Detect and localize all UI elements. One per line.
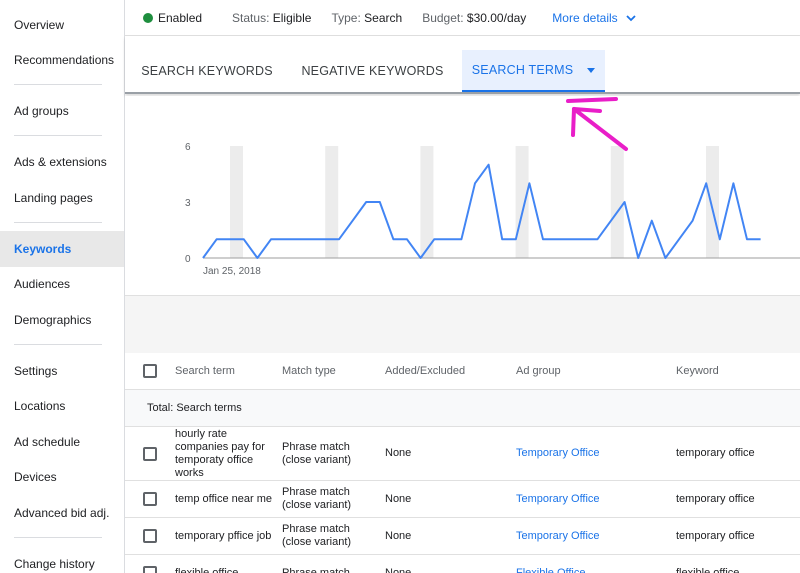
sidebar-item-settings[interactable]: Settings xyxy=(0,353,124,389)
enabled-status-icon xyxy=(143,12,153,23)
sidebar-item-audiences[interactable]: Audiences xyxy=(0,266,124,302)
dropdown-caret-icon xyxy=(587,67,596,73)
row-checkbox[interactable] xyxy=(143,529,157,543)
cell-match-type: Phrase match (close variant) xyxy=(282,440,352,466)
table-total-row: Total: Search terms xyxy=(125,390,800,427)
table-row[interactable]: temporary pffice job Phrase match (close … xyxy=(125,518,800,555)
cell-ad-group: Temporary Office xyxy=(516,427,600,480)
clicks-series-line[interactable] xyxy=(202,163,761,259)
header-keyword[interactable]: Keyword xyxy=(676,353,719,389)
sidebar-divider xyxy=(14,537,102,538)
y-tick-label: 3 xyxy=(185,198,191,209)
sidebar-item-change-history[interactable]: Change history xyxy=(0,546,124,573)
cell-search-term: flexible office xyxy=(175,566,239,573)
table-row[interactable]: temp office near me Phrase match (close v… xyxy=(125,481,800,518)
sidebar-item-recommendations[interactable]: Recommendations xyxy=(0,42,124,78)
status-eligible: Status: Eligible xyxy=(232,10,312,25)
ad-group-link[interactable]: Temporary Office xyxy=(516,447,600,460)
chevron-down-icon xyxy=(626,14,636,21)
keyword-tabs: SEARCH KEYWORDS NEGATIVE KEYWORDS SEARCH… xyxy=(125,36,800,94)
sidebar-divider xyxy=(14,344,102,345)
total-label: Total: Search terms xyxy=(147,401,242,414)
row-select-cell xyxy=(143,481,157,517)
cell-ad-group: Temporary Office xyxy=(516,518,600,554)
cell-keyword: flexible office xyxy=(676,566,740,573)
weekend-band xyxy=(706,146,719,258)
sidebar-item-ads-extensions[interactable]: Ads & extensions xyxy=(0,144,124,180)
sidebar: Overview Recommendations Ad groups Ads &… xyxy=(0,0,125,573)
cell-match-type: Phrase match (close variant) xyxy=(282,486,352,511)
tab-negative-keywords[interactable]: NEGATIVE KEYWORDS xyxy=(292,50,453,92)
cell-added-excluded: None xyxy=(385,447,412,459)
cell-keyword: temporary office xyxy=(676,529,755,542)
performance-chart: 0 3 6 Jan 25, 2018 xyxy=(125,96,800,296)
table-row[interactable]: hourly rate companies pay for temporaty … xyxy=(125,427,800,481)
sidebar-divider xyxy=(14,84,102,85)
select-all-cell xyxy=(143,353,157,389)
cell-added-excluded: None xyxy=(385,529,412,542)
weekend-band xyxy=(515,146,529,258)
cell-match-type: Phrase match xyxy=(282,566,350,573)
line-chart: 0 3 6 Jan 25, 2018 xyxy=(185,142,800,277)
row-select-cell xyxy=(143,427,157,480)
sidebar-item-overview[interactable]: Overview xyxy=(0,7,124,43)
campaign-budget: Budget: $30.00/day xyxy=(422,10,527,25)
enabled-status[interactable]: Enabled xyxy=(158,11,202,25)
cell-ad-group: Temporary Office xyxy=(516,481,600,517)
ad-group-link[interactable]: Temporary Office xyxy=(516,493,600,506)
x-start-label: Jan 25, 2018 xyxy=(203,266,261,277)
table-header-row: Search term Match type Added/Excluded Ad… xyxy=(125,353,800,390)
header-match-type[interactable]: Match type xyxy=(282,353,336,389)
tab-search-keywords[interactable]: SEARCH KEYWORDS xyxy=(133,50,281,92)
ad-group-link[interactable]: Temporary Office xyxy=(516,530,600,543)
row-checkbox[interactable] xyxy=(143,446,157,461)
tab-search-terms[interactable]: SEARCH TERMS xyxy=(462,50,605,92)
table-row[interactable]: flexible office Phrase match None Flexible … xyxy=(125,555,800,573)
y-tick-label: 6 xyxy=(185,142,191,153)
cell-added-excluded: None xyxy=(385,492,412,505)
sidebar-item-landing-pages[interactable]: Landing pages xyxy=(0,180,124,216)
more-details-link[interactable]: More details xyxy=(552,11,636,25)
sidebar-item-devices[interactable]: Devices xyxy=(0,459,124,495)
sidebar-item-keywords[interactable]: Keywords xyxy=(0,231,124,267)
row-select-cell xyxy=(143,518,157,554)
sidebar-divider xyxy=(14,135,102,136)
sidebar-divider xyxy=(14,222,102,223)
sidebar-item-ad-groups[interactable]: Ad groups xyxy=(0,93,124,129)
header-added-excluded[interactable]: Added/Excluded xyxy=(385,353,465,389)
cell-search-term: temp office near me xyxy=(175,492,273,505)
cell-added-excluded: None xyxy=(385,566,412,573)
campaign-type: Type: Search xyxy=(331,10,403,25)
sidebar-item-locations[interactable]: Locations xyxy=(0,388,124,424)
cell-search-term: hourly rate companies pay for temporaty … xyxy=(175,427,265,479)
campaign-status-bar: Enabled Status: Eligible Type: Search Bu… xyxy=(125,0,800,36)
weekend-band xyxy=(420,146,434,258)
header-ad-group[interactable]: Ad group xyxy=(516,353,561,389)
sidebar-item-demographics[interactable]: Demographics xyxy=(0,302,124,338)
select-all-checkbox[interactable] xyxy=(143,364,157,378)
ad-group-link[interactable]: Flexible Office xyxy=(516,567,586,573)
cell-keyword: temporary office xyxy=(676,447,755,459)
weekend-band xyxy=(230,146,243,258)
sidebar-item-advanced-bid-adj[interactable]: Advanced bid adj. xyxy=(0,495,124,531)
sidebar-item-ad-schedule[interactable]: Ad schedule xyxy=(0,424,124,460)
header-search-term[interactable]: Search term xyxy=(175,353,235,389)
chart-spacer xyxy=(125,296,800,353)
cell-ad-group: Flexible Office xyxy=(516,555,586,573)
row-select-cell xyxy=(143,555,157,573)
cell-search-term: temporary pffice job xyxy=(175,529,272,542)
cell-match-type: Phrase match (close variant) xyxy=(282,523,352,548)
weekend-band xyxy=(610,146,624,258)
cell-keyword: temporary office xyxy=(676,492,755,505)
row-checkbox[interactable] xyxy=(143,566,157,573)
weekend-band xyxy=(325,146,339,258)
y-tick-label: 0 xyxy=(185,254,191,265)
row-checkbox[interactable] xyxy=(143,492,157,506)
